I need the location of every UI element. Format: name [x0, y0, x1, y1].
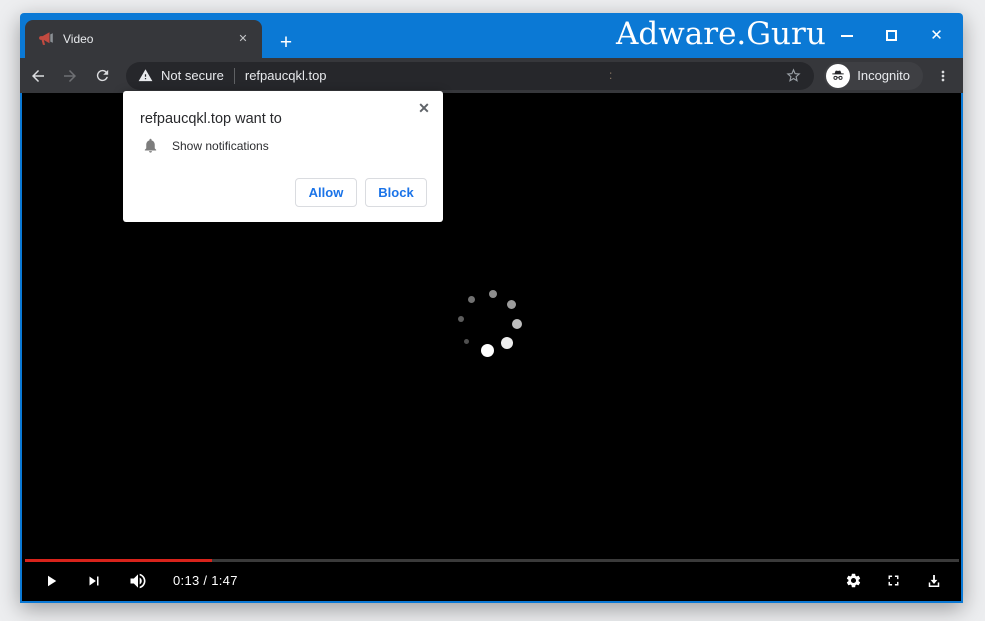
minimize-icon [841, 35, 853, 37]
tab-video[interactable]: Video ✕ [25, 20, 262, 58]
spinner-dot [458, 316, 464, 322]
browser-window: Video ✕ + Adware.Guru ✕ [20, 13, 963, 603]
incognito-badge: Incognito [824, 62, 923, 90]
close-window-button[interactable]: ✕ [914, 13, 959, 58]
url-text[interactable]: refpaucqkl.top [245, 68, 327, 83]
block-button[interactable]: Block [365, 178, 427, 207]
next-button[interactable] [85, 572, 103, 590]
spinner-dot [507, 300, 516, 309]
dialog-title: refpaucqkl.top want to [140, 111, 282, 127]
time-display: 0:13 / 1:47 [173, 573, 238, 588]
skip-next-icon [85, 572, 103, 590]
tab-close-icon[interactable]: ✕ [234, 30, 252, 48]
address-bar[interactable]: Not secure refpaucqkl.top : [126, 62, 814, 90]
volume-icon [128, 571, 148, 591]
video-player-controls: 0:13 / 1:47 [22, 559, 961, 601]
window-controls: ✕ [824, 13, 959, 58]
forward-arrow-icon [61, 67, 79, 85]
play-icon [42, 572, 60, 590]
back-arrow-icon [29, 67, 47, 85]
stray-cursor-text: : [609, 68, 612, 82]
reload-button[interactable] [88, 62, 116, 90]
back-button[interactable] [24, 62, 52, 90]
fullscreen-icon [885, 572, 902, 589]
spinner-dot [481, 344, 494, 357]
permission-label: Show notifications [172, 139, 269, 153]
play-button[interactable] [42, 572, 60, 590]
settings-button[interactable] [845, 572, 862, 589]
spinner-dot [464, 339, 469, 344]
tab-title: Video [63, 32, 234, 46]
spinner-dot [468, 296, 475, 303]
close-icon: ✕ [930, 28, 943, 43]
security-chip-label[interactable]: Not secure [161, 68, 224, 83]
minimize-button[interactable] [824, 13, 869, 58]
omnibox-separator [234, 68, 235, 84]
new-tab-button[interactable]: + [272, 30, 300, 58]
dialog-close-icon[interactable]: ✕ [415, 99, 433, 117]
page-title: Adware.Guru [616, 16, 826, 52]
volume-button[interactable] [128, 571, 148, 591]
download-button[interactable] [925, 572, 943, 590]
incognito-icon [826, 64, 850, 88]
megaphone-favicon-icon [38, 31, 54, 47]
browser-menu-button[interactable] [931, 62, 955, 90]
titlebar: Video ✕ + Adware.Guru ✕ [20, 13, 963, 58]
allow-button[interactable]: Allow [295, 178, 357, 207]
spinner-dot [512, 319, 522, 329]
maximize-button[interactable] [869, 13, 914, 58]
gear-icon [845, 572, 862, 589]
bell-icon [142, 137, 159, 154]
spinner-dot [489, 290, 497, 298]
notification-permission-dialog: ✕ refpaucqkl.top want to Show notificati… [123, 91, 443, 222]
browser-toolbar: Not secure refpaucqkl.top : Incognito [20, 58, 963, 93]
maximize-icon [886, 30, 897, 41]
not-secure-warning-icon [138, 68, 153, 83]
download-icon [925, 572, 943, 590]
three-dot-menu-icon [935, 68, 951, 84]
spinner-dot [501, 337, 513, 349]
incognito-label: Incognito [857, 68, 910, 83]
fullscreen-button[interactable] [885, 572, 902, 589]
forward-button[interactable] [56, 62, 84, 90]
reload-icon [94, 67, 111, 84]
bookmark-star-icon[interactable] [785, 67, 802, 84]
